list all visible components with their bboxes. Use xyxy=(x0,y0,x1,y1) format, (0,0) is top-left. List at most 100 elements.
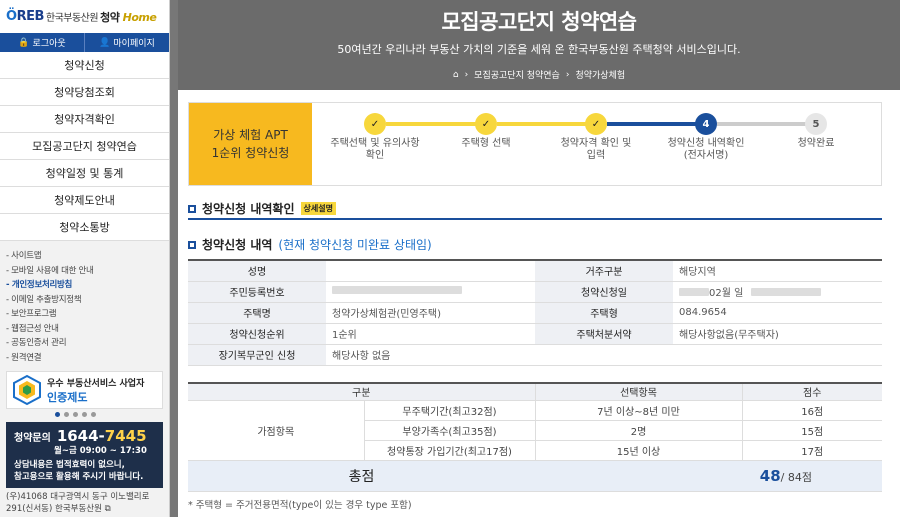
carousel-dot[interactable] xyxy=(55,412,60,417)
military-value: 해당사항 없음 xyxy=(326,344,882,366)
page-subtitle: 50여년간 우리나라 부동산 가치의 기준을 세워 온 한국부동산원 주택청약 … xyxy=(337,43,741,56)
detail-help-button[interactable]: 상세설명 xyxy=(300,202,336,215)
house-value: 청약가상체험관(민영주택) xyxy=(326,302,535,324)
home-icon[interactable]: ⌂ xyxy=(453,70,459,80)
table-row: 가점항목 무주택기간(최고32점) 7년 이상~8년 미만 16점 xyxy=(188,400,882,461)
breadcrumb: ⌂ › 모집공고단지 청약연습 › 청약가상체험 xyxy=(178,68,900,82)
logout-button[interactable]: 🔒 로그아웃 xyxy=(0,33,85,52)
menu-item-practice[interactable]: 모집공고단지 청약연습 xyxy=(0,133,169,160)
progress-steps: 가상 체험 APT 1순위 청약신청 ✓ ✓ ✓ 4 5 주택선택 및 유의사항… xyxy=(188,102,882,186)
link-security[interactable]: - 보안프로그램 xyxy=(6,307,169,322)
logo-product: 청약 Home xyxy=(100,10,157,24)
menu-item-eligibility[interactable]: 청약자격확인 xyxy=(0,106,169,133)
steps-label: 가상 체험 APT 1순위 청약신청 xyxy=(189,103,312,185)
reb-logo-icon: ÖREB xyxy=(6,9,44,24)
step-connector xyxy=(497,122,597,126)
step-4-number: 4 xyxy=(695,113,717,135)
total-label: 총점 xyxy=(188,460,535,492)
carousel-dot[interactable] xyxy=(91,412,96,417)
score-table: 구분 선택항목 점수 가점항목 무주택기간(최고32점) 7년 이상~8년 미만… xyxy=(188,382,882,492)
section-title-confirm: 청약신청 내역확인 상세설명 xyxy=(188,200,336,217)
step-1-label: 주택선택 및 유의사항 확인 xyxy=(330,138,420,161)
table-header-row: 구분 선택항목 점수 xyxy=(188,383,882,401)
link-sitemap[interactable]: - 사이트맵 xyxy=(6,249,169,264)
carousel-dot[interactable] xyxy=(82,412,87,417)
step-connector xyxy=(717,122,817,126)
footnote: * 주택형 = 주거전용면적(type이 있는 경우 type 포함) xyxy=(188,500,412,511)
total-score: 48/ 84점 xyxy=(535,460,882,492)
score-item: 무주택기간(최고32점) xyxy=(363,400,535,421)
residence-label: 거주구분 xyxy=(535,260,673,282)
date-label: 청약신청일 xyxy=(535,281,673,303)
step-2-check-icon: ✓ xyxy=(475,113,497,135)
status-note: (현재 청약신청 미완료 상태임) xyxy=(278,238,432,252)
date-value: 02월 일 xyxy=(673,281,882,303)
link-mobile-guide[interactable]: - 모바일 사용에 대한 안내 xyxy=(6,264,169,279)
table-row: 주택명 청약가상체험관(민영주택) 주택형 084.9654 xyxy=(188,302,882,324)
cert-line1: 우수 부동산서비스 사업자 xyxy=(47,378,145,389)
call-label: 청약문의 xyxy=(14,433,51,444)
step-3-label: 청약자격 확인 및 입력 xyxy=(560,138,632,161)
site-logo[interactable]: ÖREB 한국부동산원 청약 Home xyxy=(0,0,169,33)
table-row: 청약신청순위 1순위 주택처분서약 해당사항없음(무주택자) xyxy=(188,323,882,345)
rrn-value xyxy=(326,281,535,303)
score-choice: 2명 xyxy=(534,420,742,441)
score-group-label: 가점항목 xyxy=(188,400,364,461)
score-points: 17점 xyxy=(741,440,882,461)
menu-item-winner-check[interactable]: 청약당첨조회 xyxy=(0,79,169,106)
carousel-dot[interactable] xyxy=(64,412,69,417)
type-label: 주택형 xyxy=(535,302,673,324)
step-connector xyxy=(386,122,486,126)
header-category: 구분 xyxy=(188,383,535,401)
step-5-number: 5 xyxy=(805,113,827,135)
rrn-label: 주민등록번호 xyxy=(188,281,326,303)
link-privacy[interactable]: - 개인정보처리방침 xyxy=(6,278,169,293)
link-certificate[interactable]: - 공동인증서 관리 xyxy=(6,336,169,351)
step-3-check-icon: ✓ xyxy=(585,113,607,135)
step-5-label: 청약완료 xyxy=(797,138,835,149)
rank-value: 1순위 xyxy=(326,323,535,345)
score-choice: 15년 이상 xyxy=(534,440,742,461)
house-label: 주택명 xyxy=(188,302,326,324)
main-menu: 청약신청 청약당첨조회 청약자격확인 모집공고단지 청약연습 청약일정 및 통계… xyxy=(0,52,169,241)
score-points: 16점 xyxy=(741,400,882,421)
cert-banner[interactable]: 우수 부동산서비스 사업자 인증제도 xyxy=(6,371,163,417)
menu-item-guide[interactable]: 청약제도안내 xyxy=(0,187,169,214)
link-remote[interactable]: - 원격연결 xyxy=(6,351,169,366)
score-points: 15점 xyxy=(741,420,882,441)
step-4-label: 청약신청 내역확인 (전자서명) xyxy=(667,138,745,161)
square-bullet-icon xyxy=(188,240,196,249)
cert-line2: 인증제도 xyxy=(47,390,88,404)
external-link-icon[interactable]: ⧉ xyxy=(105,504,111,514)
header-points: 점수 xyxy=(741,383,882,401)
total-row: 총점 48/ 84점 xyxy=(188,460,882,492)
mypage-button[interactable]: 👤 마이페이지 xyxy=(85,33,169,52)
table-row: 장기복무군인 신청 해당사항 없음 xyxy=(188,344,882,366)
section-title-details: 청약신청 내역 (현재 청약신청 미완료 상태임) xyxy=(188,236,432,253)
step-connector xyxy=(607,122,707,126)
score-choice: 7년 이상~8년 미만 xyxy=(534,400,742,421)
cert-emblem-icon xyxy=(13,374,41,406)
menu-item-apply[interactable]: 청약신청 xyxy=(0,52,169,79)
military-label: 장기복무군인 신청 xyxy=(188,344,326,366)
address: (우)41068 대구광역시 동구 이노밸리로 291(신서동) 한국부동산원 … xyxy=(6,492,150,514)
call-center-box: 청약문의 1644-7445 월~금 09:00 ~ 17:30 상담내용은 법… xyxy=(6,422,163,488)
chevron-right-icon: › xyxy=(565,69,570,80)
carousel-dot[interactable] xyxy=(73,412,78,417)
application-info-table: 성명 거주구분 해당지역 주민등록번호 청약신청일 02월 일 주택명 청약가상… xyxy=(188,259,882,366)
call-number: 1644-7445 xyxy=(56,427,147,445)
disposal-label: 주택처분서약 xyxy=(535,323,673,345)
scrollbar[interactable] xyxy=(170,0,178,517)
call-hours: 월~금 09:00 ~ 17:30 xyxy=(54,446,147,456)
menu-item-communication[interactable]: 청약소통방 xyxy=(0,214,169,241)
header-choice: 선택항목 xyxy=(534,383,742,401)
call-note: 상담내용은 법적효력이 없으니, 참고용으로 활용해 주시기 바랍니다. xyxy=(14,460,144,482)
breadcrumb-item[interactable]: 청약가상체험 xyxy=(575,68,625,81)
chevron-right-icon: › xyxy=(464,69,469,80)
step-1-check-icon: ✓ xyxy=(364,113,386,135)
breadcrumb-item[interactable]: 모집공고단지 청약연습 xyxy=(474,68,560,81)
link-email-policy[interactable]: - 이메일 추출방지정책 xyxy=(6,293,169,308)
menu-item-schedule[interactable]: 청약일정 및 통계 xyxy=(0,160,169,187)
step-2-label: 주택형 선택 xyxy=(461,138,511,149)
link-accessibility[interactable]: - 웹접근성 안내 xyxy=(6,322,169,337)
